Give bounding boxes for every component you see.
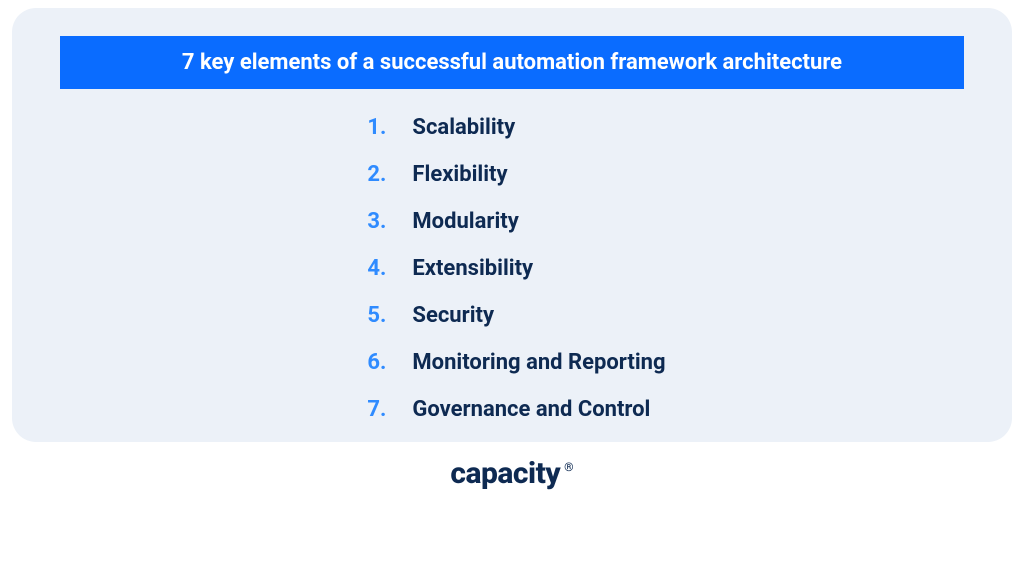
list-item: 1. Scalability [358, 115, 665, 140]
list-item: 4. Extensibility [358, 256, 665, 281]
item-label: Extensibility [412, 256, 533, 281]
item-label: Security [412, 303, 494, 328]
item-number: 1. [358, 115, 386, 140]
list-item: 3. Modularity [358, 209, 665, 234]
item-label: Modularity [412, 209, 518, 234]
item-number: 6. [358, 350, 386, 375]
item-number: 5. [358, 303, 386, 328]
item-number: 3. [358, 209, 386, 234]
info-card: 7 key elements of a successful automatio… [12, 8, 1012, 442]
item-label: Scalability [412, 115, 515, 140]
list-item: 7. Governance and Control [358, 397, 665, 422]
item-number: 4. [358, 256, 386, 281]
brand-name: capacity [450, 456, 560, 491]
list-item: 6. Monitoring and Reporting [358, 350, 665, 375]
registered-mark-icon: ® [564, 460, 573, 474]
item-number: 7. [358, 397, 386, 422]
elements-list: 1. Scalability 2. Flexibility 3. Modular… [358, 115, 665, 422]
item-label: Governance and Control [412, 397, 650, 422]
card-title: 7 key elements of a successful automatio… [60, 36, 964, 89]
brand-logo: capacity ® [450, 456, 573, 491]
list-item: 2. Flexibility [358, 162, 665, 187]
item-number: 2. [358, 162, 386, 187]
item-label: Flexibility [412, 162, 507, 187]
item-label: Monitoring and Reporting [412, 350, 665, 375]
list-item: 5. Security [358, 303, 665, 328]
